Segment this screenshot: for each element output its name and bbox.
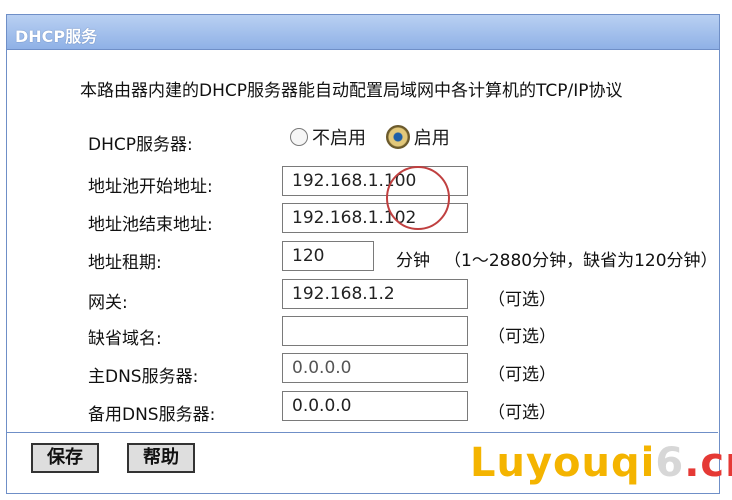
watermark-left: Luyouqi	[470, 440, 656, 486]
panel-title: DHCP服务	[15, 27, 98, 46]
backup-dns-hint: （可选）	[488, 403, 556, 423]
lease-label: 地址租期:	[88, 253, 162, 273]
primary-dns-input[interactable]: 0.0.0.0	[282, 353, 468, 383]
gateway-hint: （可选）	[488, 290, 556, 310]
gateway-input[interactable]: 192.168.1.2	[282, 279, 468, 309]
watermark-mid: 6	[655, 440, 685, 486]
annotation-circle	[386, 166, 450, 230]
domain-hint: （可选）	[488, 327, 556, 347]
primary-dns-label: 主DNS服务器:	[88, 367, 199, 387]
gateway-label: 网关:	[88, 293, 128, 313]
intro-text: 本路由器内建的DHCP服务器能自动配置局域网中各计算机的TCP/IP协议	[80, 81, 623, 101]
help-button[interactable]: 帮助	[127, 443, 195, 473]
radio-enable-label: 启用	[413, 128, 450, 149]
dhcp-server-radio-group: 不启用 启用	[290, 124, 464, 150]
watermark-logo: Luyouqi6.cn	[470, 440, 732, 486]
domain-input[interactable]	[282, 316, 468, 346]
panel-title-bar: DHCP服务	[7, 15, 719, 50]
backup-dns-label: 备用DNS服务器:	[88, 405, 216, 425]
backup-dns-input[interactable]: 0.0.0.0	[282, 391, 468, 421]
pool-end-label: 地址池结束地址:	[88, 215, 213, 235]
radio-disable-label: 不启用	[312, 128, 366, 149]
dhcp-server-label: DHCP服务器:	[88, 135, 193, 155]
lease-hint: （1～2880分钟，缺省为120分钟）	[444, 251, 718, 271]
domain-label: 缺省域名:	[88, 329, 162, 349]
pool-start-label: 地址池开始地址:	[88, 177, 213, 197]
save-button[interactable]: 保存	[31, 443, 99, 473]
radio-enable[interactable]	[385, 125, 410, 149]
lease-unit: 分钟	[396, 251, 430, 271]
lease-input[interactable]: 120	[282, 241, 374, 271]
primary-dns-hint: （可选）	[488, 365, 556, 385]
watermark-right: .cn	[684, 440, 732, 486]
radio-disable[interactable]	[290, 128, 308, 146]
